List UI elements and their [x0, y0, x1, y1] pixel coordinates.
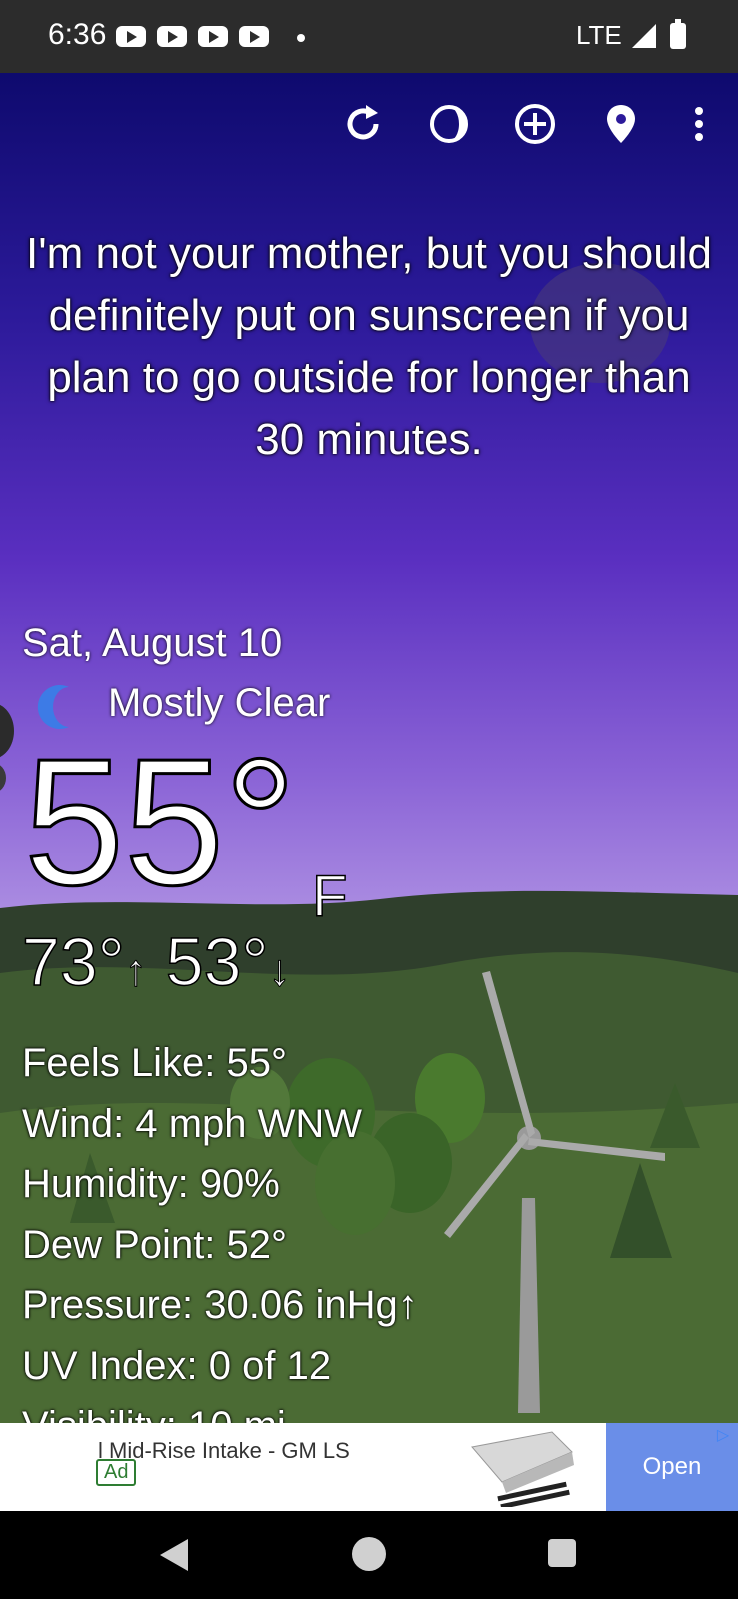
back-icon[interactable]	[160, 1539, 188, 1571]
weather-details: Feels Like: 55° Wind: 4 mph WNW Humidity…	[22, 1033, 418, 1423]
youtube-notification-icon	[157, 26, 187, 47]
up-arrow-icon: ↑	[124, 946, 147, 996]
current-temperature[interactable]: 55°	[22, 731, 297, 914]
uv-index-row: UV Index: 0 of 12	[22, 1343, 332, 1388]
humidity-row: Humidity: 90%	[22, 1162, 280, 1206]
youtube-notification-icon	[116, 26, 146, 47]
ad-badge: Ad	[96, 1459, 137, 1486]
system-navigation-bar	[0, 1511, 738, 1599]
pressure-row: Pressure: 30.06 inHg↑	[22, 1283, 418, 1327]
status-time: 6:36	[48, 18, 107, 51]
recents-icon[interactable]	[548, 1539, 576, 1567]
signal-icon	[632, 24, 656, 48]
youtube-notification-icon	[239, 26, 269, 47]
youtube-notification-icon	[198, 26, 228, 47]
refresh-icon[interactable]	[340, 101, 386, 147]
condition-text: Mostly Clear	[108, 681, 331, 725]
add-location-icon[interactable]	[512, 101, 558, 147]
snarky-headline: I'm not your mother, but you should defi…	[26, 229, 712, 464]
battery-icon	[670, 19, 686, 49]
ad-product-image[interactable]	[462, 1427, 582, 1507]
ad-choices-icon[interactable]: ▷	[712, 1425, 734, 1447]
wind-row: Wind: 4 mph WNW	[22, 1101, 363, 1146]
feels-like-row: Feels Like: 55°	[22, 1041, 288, 1085]
high-temp: 73°	[21, 923, 125, 1001]
ad-banner[interactable]: l Mid-Rise Intake - GM LS Ad Open ▷	[0, 1423, 738, 1511]
temperature-unit: F	[311, 863, 348, 930]
visibility-row: Visibility: 10 mi	[22, 1396, 418, 1423]
down-arrow-icon: ↓	[268, 946, 291, 996]
status-bar: 6:36 LTE	[0, 0, 738, 73]
forecast-date: Sat, August 10	[22, 621, 283, 665]
weather-screen: I'm not your mother, but you should defi…	[0, 73, 738, 1423]
dew-point-row: Dew Point: 52°	[22, 1222, 288, 1267]
moon-phase-icon[interactable]	[426, 101, 472, 147]
more-vert-icon[interactable]	[676, 101, 722, 147]
network-type: LTE	[576, 20, 622, 50]
more-notifications-dot	[297, 34, 305, 42]
location-pin-icon[interactable]	[598, 101, 644, 147]
ad-title[interactable]: l Mid-Rise Intake - GM LS	[98, 1431, 428, 1461]
low-temp: 53°	[165, 923, 269, 1001]
high-low-temps: 73°↑ 53°↓	[21, 923, 291, 1001]
home-icon[interactable]	[352, 1537, 386, 1571]
